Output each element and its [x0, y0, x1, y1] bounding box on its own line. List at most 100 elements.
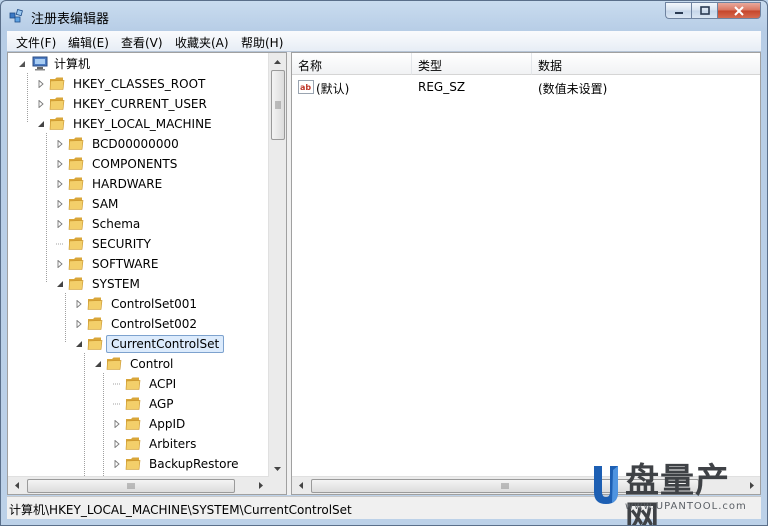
tree-node-components[interactable]: COMPONENTS	[56, 154, 276, 174]
tree-node-schema[interactable]: Schema	[56, 214, 276, 234]
folder-icon	[125, 417, 141, 430]
string-value-icon: ab	[298, 80, 314, 94]
tree-vertical-scroll-thumb[interactable]	[271, 70, 285, 140]
folder-icon	[87, 317, 103, 330]
tree-horizontal-scrollbar[interactable]	[8, 476, 269, 494]
value-data: (数值未设置)	[538, 82, 608, 96]
expanded-arrow-icon[interactable]	[37, 120, 45, 128]
menu-favorites[interactable]: 收藏夹(A)	[175, 34, 229, 51]
scroll-right-arrow-icon[interactable]	[252, 477, 269, 494]
collapsed-arrow-icon[interactable]	[37, 80, 45, 88]
collapsed-arrow-icon[interactable]	[56, 180, 64, 188]
tree-node-label: SECURITY	[92, 237, 151, 251]
folder-icon	[68, 277, 84, 290]
values-list-pane[interactable]: 名称 类型 数据 ab (默认) REG_SZ (数值未设置)	[291, 52, 761, 495]
tree-node-label: ACPI	[149, 377, 177, 391]
tree-node-label: HKEY_LOCAL_MACHINE	[73, 117, 212, 131]
tree-node-label: ControlSet001	[111, 297, 197, 311]
window-controls	[665, 2, 761, 21]
collapsed-arrow-icon[interactable]	[56, 140, 64, 148]
value-name: (默认)	[316, 82, 350, 96]
tree-node-label: BackupRestore	[149, 457, 239, 471]
folder-icon	[125, 457, 141, 470]
menu-file[interactable]: 文件(F)	[16, 34, 56, 51]
close-button[interactable]	[717, 2, 761, 19]
list-scroll-left-arrow-icon[interactable]	[292, 477, 309, 494]
tree-node-agp[interactable]: AGP	[113, 394, 286, 414]
scroll-left-arrow-icon[interactable]	[8, 477, 25, 494]
tree-node-system[interactable]: SYSTEM	[56, 274, 276, 294]
collapsed-arrow-icon[interactable]	[75, 300, 83, 308]
collapsed-arrow-icon[interactable]	[113, 440, 121, 448]
tree-root-computer[interactable]: 计算机	[18, 54, 268, 74]
svg-text:ab: ab	[300, 83, 311, 92]
tree-node-sam[interactable]: SAM	[56, 194, 276, 214]
collapsed-arrow-icon[interactable]	[113, 420, 121, 428]
folder-icon	[68, 197, 84, 210]
value-type: REG_SZ	[418, 80, 466, 94]
tree-node-controlset002[interactable]: ControlSet002	[75, 314, 286, 334]
tree-node-acpi[interactable]: ACPI	[113, 374, 286, 394]
column-header-type[interactable]: 类型	[412, 53, 532, 75]
title-bar[interactable]: 注册表编辑器	[1, 1, 767, 31]
folder-icon	[49, 97, 65, 110]
expanded-arrow-icon[interactable]	[94, 360, 102, 368]
menu-help[interactable]: 帮助(H)	[241, 34, 283, 51]
expanded-arrow-icon[interactable]	[56, 280, 64, 288]
tree-node-arbiters[interactable]: Arbiters	[113, 434, 286, 454]
tree-connector	[113, 403, 121, 405]
tree-node-backuprestore[interactable]: BackupRestore	[113, 454, 286, 474]
folder-icon	[87, 337, 103, 350]
tree-node-label: Arbiters	[149, 437, 197, 451]
folder-icon	[125, 377, 141, 390]
tree-node-hkey_current_user[interactable]: HKEY_CURRENT_USER	[37, 94, 257, 114]
minimize-button[interactable]	[665, 2, 691, 19]
expanded-arrow-icon[interactable]	[75, 340, 83, 348]
tree-node-security[interactable]: SECURITY	[56, 234, 276, 254]
folder-icon	[68, 257, 84, 270]
tree-node-hkey_classes_root[interactable]: HKEY_CLASSES_ROOT	[37, 74, 257, 94]
value-row-default[interactable]: ab (默认) REG_SZ (数值未设置)	[292, 77, 744, 97]
collapsed-arrow-icon[interactable]	[56, 200, 64, 208]
tree-connector	[113, 383, 121, 385]
collapsed-arrow-icon[interactable]	[37, 100, 45, 108]
tree-node-label: AGP	[149, 397, 174, 411]
tree-vertical-scrollbar[interactable]	[268, 53, 286, 477]
tree-node-label: SAM	[92, 197, 119, 211]
folder-icon	[68, 137, 84, 150]
tree-node-software[interactable]: SOFTWARE	[56, 254, 276, 274]
tree-node-bcd00000000[interactable]: BCD00000000	[56, 134, 276, 154]
tree-horizontal-scroll-thumb[interactable]	[27, 479, 235, 493]
tree-node-label: Control	[130, 357, 174, 371]
tree-connector	[56, 243, 64, 245]
collapsed-arrow-icon[interactable]	[56, 220, 64, 228]
tree-node-controlset001[interactable]: ControlSet001	[75, 294, 286, 314]
expanded-arrow-icon[interactable]	[18, 60, 26, 68]
collapsed-arrow-icon[interactable]	[56, 260, 64, 268]
tree-node-hkey_local_machine[interactable]: HKEY_LOCAL_MACHINE	[37, 114, 257, 134]
tree-node-currentcontrolset[interactable]: CurrentControlSet	[75, 334, 286, 354]
scroll-down-arrow-icon[interactable]	[269, 460, 286, 477]
registry-editor-icon	[9, 9, 23, 23]
menu-view[interactable]: 查看(V)	[121, 34, 163, 51]
menu-edit[interactable]: 编辑(E)	[68, 34, 109, 51]
tree-node-hardware[interactable]: HARDWARE	[56, 174, 276, 194]
maximize-button[interactable]	[691, 2, 717, 19]
tree-node-control[interactable]: Control	[94, 354, 286, 374]
collapsed-arrow-icon[interactable]	[75, 320, 83, 328]
registry-editor-window: 注册表编辑器 文件(F) 编辑(E) 查看(V) 收藏夹(A) 帮助(H) 计算…	[0, 0, 768, 526]
folder-icon	[106, 357, 122, 370]
key-tree-pane[interactable]: 计算机 HKEY_CLASSES_ROOT HKEY_CURRENT_USER HK…	[7, 52, 287, 495]
tree-node-appid[interactable]: AppID	[113, 414, 286, 434]
column-header-name[interactable]: 名称	[292, 53, 412, 75]
watermark-url: www.UPANTOOL.com	[625, 501, 747, 512]
scroll-up-arrow-icon[interactable]	[269, 53, 286, 70]
collapsed-arrow-icon[interactable]	[56, 160, 64, 168]
folder-icon	[125, 397, 141, 410]
folder-icon	[68, 177, 84, 190]
folder-icon	[87, 297, 103, 310]
column-header-data[interactable]: 数据	[532, 53, 760, 75]
client-area: 计算机 HKEY_CLASSES_ROOT HKEY_CURRENT_USER HK…	[7, 52, 761, 495]
computer-icon	[32, 56, 48, 71]
collapsed-arrow-icon[interactable]	[113, 460, 121, 468]
